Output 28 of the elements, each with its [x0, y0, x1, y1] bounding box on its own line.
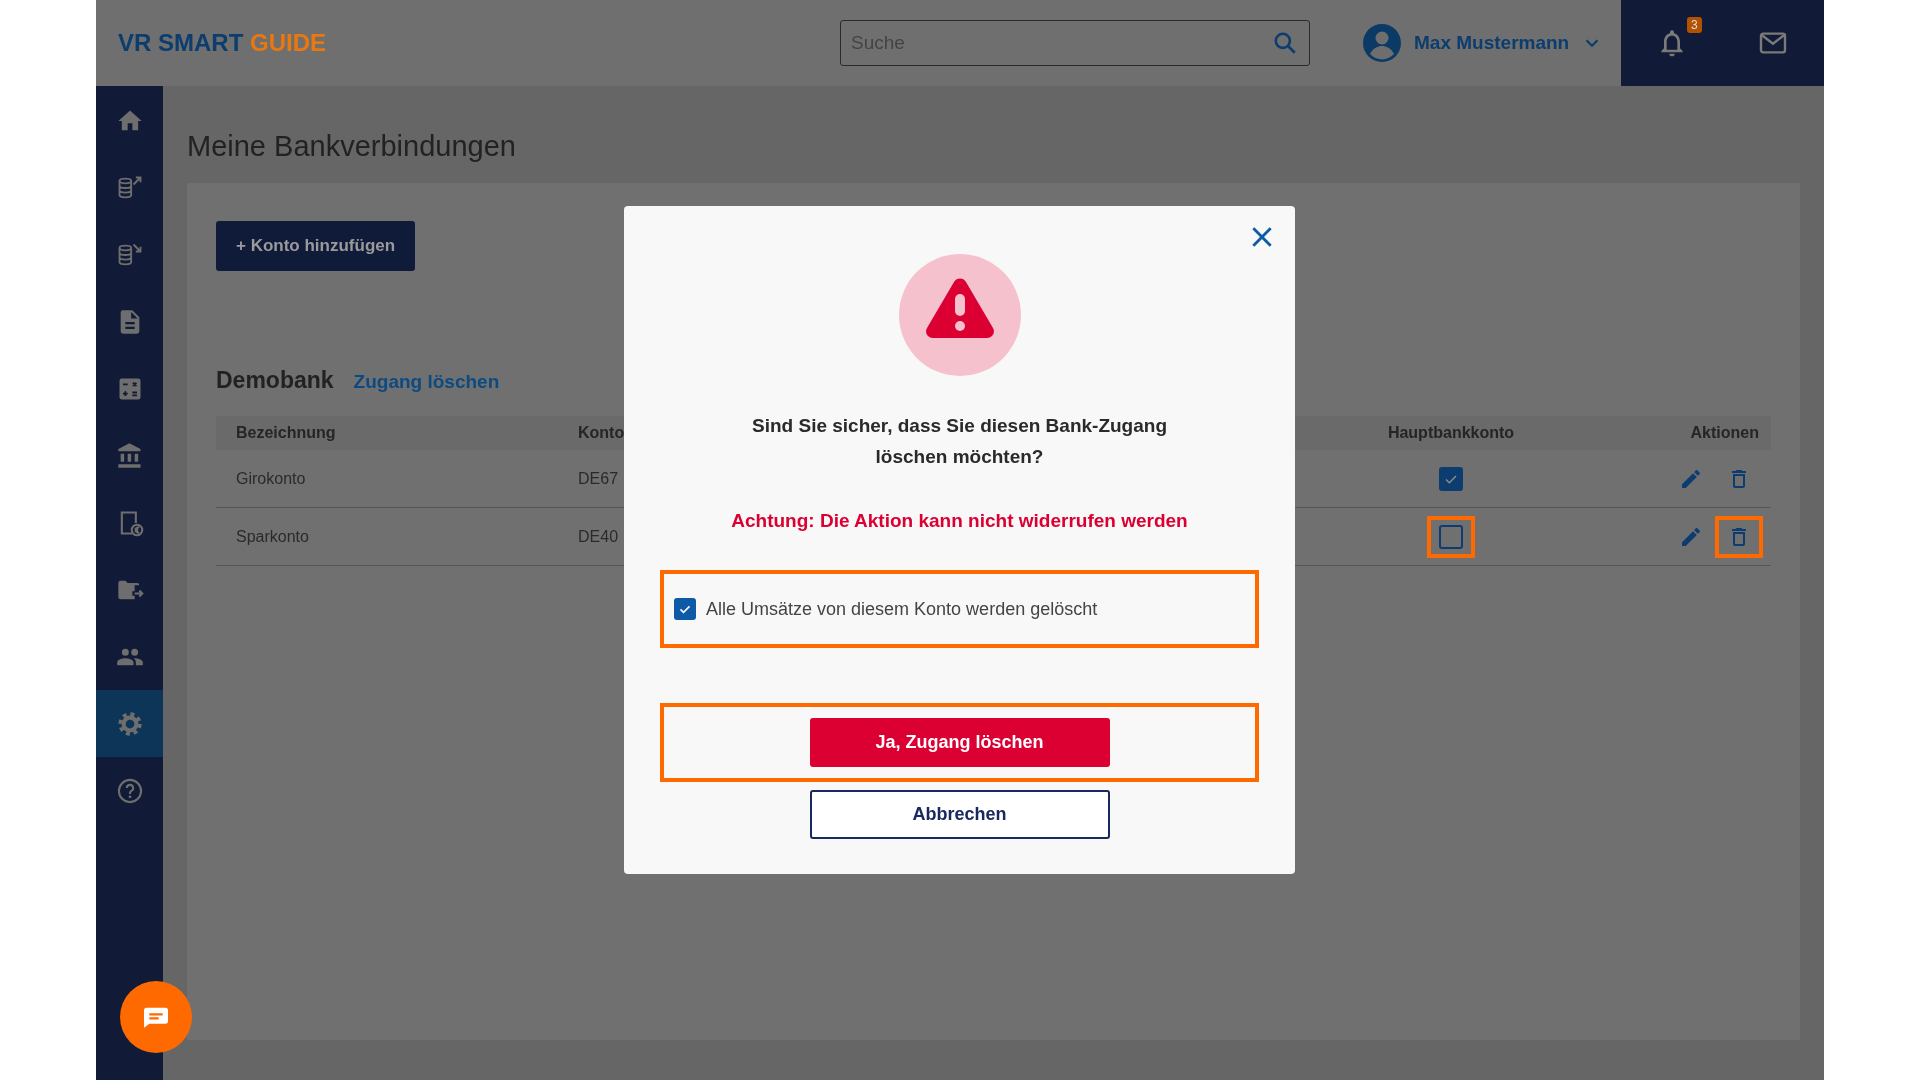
- logo: VR SMART GUIDE: [117, 29, 328, 57]
- column-header: Konto: [578, 424, 625, 442]
- help-icon: [115, 776, 144, 805]
- notification-badge: 3: [1687, 17, 1702, 33]
- add-account-button[interactable]: + Konto hinzufügen: [216, 221, 416, 271]
- checkbox[interactable]: [1439, 524, 1463, 549]
- search-icon: [1272, 30, 1298, 56]
- dialog-question: Sind Sie sicher, dass Sie diesen Bank-Zugang löschen möchten?: [751, 414, 1168, 469]
- avatar-icon: [1362, 23, 1402, 63]
- column-header: Bezeichnung: [236, 424, 336, 442]
- confirm-delete-button[interactable]: Ja, Zugang löschen: [809, 718, 1110, 767]
- warning-text: Achtung: Die Aktion kann nicht widerrufen werden: [731, 510, 1188, 532]
- table-cell: DE67: [578, 469, 619, 488]
- table-cell: Sparkonto: [236, 527, 309, 546]
- checkbox[interactable]: [674, 598, 696, 620]
- checkbox[interactable]: [1439, 466, 1463, 491]
- sidebar-item[interactable]: [96, 690, 163, 757]
- column-header: Aktionen: [1689, 424, 1760, 442]
- page-title: Meine Bankverbindungen: [187, 130, 517, 163]
- settings-icon: [115, 709, 144, 738]
- bank-name: Demobank: [216, 367, 334, 394]
- checkbox-label: Alle Umsätze von diesem Konto werden gelöscht: [706, 598, 1098, 620]
- bank-icon: [115, 441, 144, 470]
- column-header: Hauptbankkonto: [1386, 424, 1516, 442]
- table-cell: Girokonto: [236, 469, 306, 488]
- table-cell: DE40: [578, 527, 619, 546]
- cancel-button[interactable]: Abbrechen: [809, 790, 1110, 839]
- warning-icon: [898, 254, 1021, 376]
